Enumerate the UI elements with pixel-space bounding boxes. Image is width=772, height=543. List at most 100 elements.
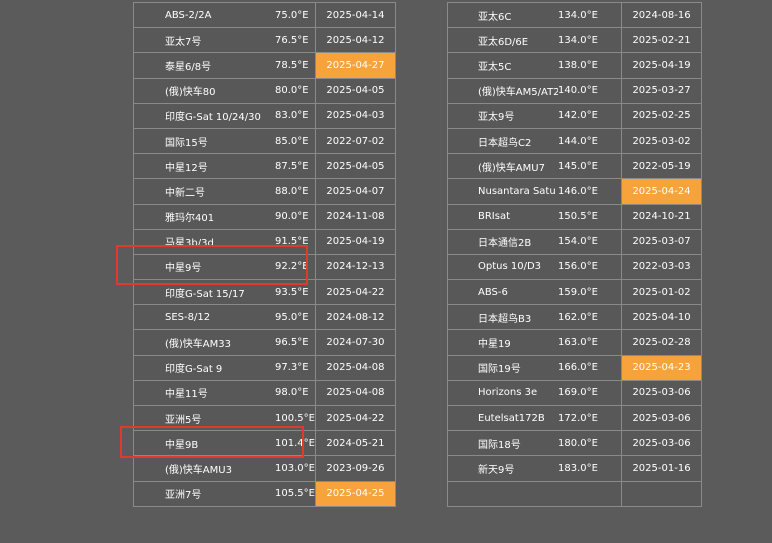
update-date: 2025-04-07 (314, 178, 396, 205)
satellite-name: 日本超鸟C2 (478, 137, 532, 149)
update-date-highlighted: 2025-04-23 (621, 354, 702, 381)
satellite-longitude: 166.0°E (558, 362, 598, 374)
update-date: 2025-04-12 (314, 27, 396, 54)
table-row: 亚太7号 76.5°E 2025-04-12 (133, 27, 396, 54)
update-date: 2025-04-05 (314, 153, 396, 180)
table-row: 国际19号 166.0°E 2025-04-23 (447, 354, 702, 381)
table-row: Optus 10/D3 156.0°E 2022-03-03 (447, 253, 702, 281)
update-date: 2025-04-03 (314, 102, 396, 129)
update-date: 2025-01-16 (621, 455, 702, 482)
update-date: 2025-02-28 (621, 329, 702, 356)
satellite-name: 日本超鸟B3 (478, 313, 532, 325)
update-date-highlighted: 2025-04-27 (314, 52, 396, 79)
satellite-longitude: 138.0°E (558, 59, 598, 71)
satellite-name: 国际18号 (478, 439, 521, 451)
table-row: BRIsat 150.5°E 2024-10-21 (447, 203, 702, 230)
update-date-highlighted: 2025-04-24 (621, 178, 702, 205)
satellite-cell: 泰星6/8号 78.5°E (133, 52, 316, 79)
satellite-longitude: 95.0°E (275, 311, 309, 323)
satellite-name: 亚太6D/6E (478, 36, 529, 48)
satellite-longitude: 87.5°E (275, 160, 309, 172)
satellite-longitude: 100.5°E (275, 412, 315, 424)
satellite-longitude: 83.0°E (275, 110, 309, 122)
table-row: 中星12号 87.5°E 2025-04-05 (133, 153, 396, 180)
satellite-cell: 中星12号 87.5°E (133, 153, 316, 180)
satellite-name: (俄)快车80 (165, 87, 216, 99)
satellite-cell: 印度G-Sat 10/24/30 83.0°E (133, 102, 316, 129)
satellite-cell: 亚太9号 142.0°E (447, 102, 622, 129)
satellite-name: 中新二号 (165, 187, 205, 199)
highlight-box-zhongxing-9b (120, 426, 304, 458)
satellite-cell: 亚太6C 134.0°E (447, 1, 622, 29)
satellite-name: Optus 10/D3 (478, 261, 542, 273)
update-date-highlighted: 2025-04-25 (314, 480, 396, 507)
update-date: 2025-02-21 (621, 27, 702, 54)
satellite-longitude: 144.0°E (558, 135, 598, 147)
satellite-name: Horizons 3e (478, 387, 538, 399)
table-row: 中星11号 98.0°E 2025-04-08 (133, 379, 396, 407)
table-row: 中星19 163.0°E 2025-02-28 (447, 329, 702, 356)
table-row: Nusantara Satu 146.0°E 2025-04-24 (447, 178, 702, 205)
satellite-cell: 中星11号 98.0°E (133, 379, 316, 407)
table-row: 新天9号 183.0°E 2025-01-16 (447, 455, 702, 482)
satellite-cell (447, 480, 622, 507)
satellite-name: (俄)快车AMU3 (165, 464, 232, 476)
satellite-name: 亚太9号 (478, 112, 515, 124)
update-date: 2025-04-05 (314, 77, 396, 104)
satellite-cell: 日本超鸟C2 144.0°E (447, 127, 622, 155)
satellite-longitude: 75.0°E (275, 9, 309, 21)
satellite-cell: 国际19号 166.0°E (447, 354, 622, 381)
satellite-longitude: 162.0°E (558, 311, 598, 323)
update-date: 2025-04-19 (314, 228, 396, 255)
update-date: 2024-05-21 (314, 430, 396, 457)
satellite-name: 亚太6C (478, 11, 512, 23)
table-row: ABS-6 159.0°E 2025-01-02 (447, 279, 702, 306)
table-row: (俄)快车80 80.0°E 2025-04-05 (133, 77, 396, 104)
satellite-name: 国际19号 (478, 364, 521, 376)
update-date: 2022-05-19 (621, 153, 702, 180)
table-row: (俄)快车AM33 96.5°E 2024-07-30 (133, 329, 396, 356)
update-date: 2025-03-06 (621, 430, 702, 457)
satellite-name: BRIsat (478, 211, 511, 223)
satellite-longitude: 134.0°E (558, 9, 598, 21)
table-row: ABS-2/2A 75.0°E 2025-04-14 (133, 1, 396, 29)
satellite-longitude: 159.0°E (558, 286, 598, 298)
table-row: 雅玛尔401 90.0°E 2024-11-08 (133, 203, 396, 230)
update-date: 2023-09-26 (314, 455, 396, 482)
satellite-longitude: 97.3°E (275, 362, 309, 374)
satellite-name: ABS-2/2A (165, 9, 212, 21)
update-date: 2025-01-02 (621, 279, 702, 306)
satellite-longitude: 146.0°E (558, 185, 598, 197)
satellite-longitude: 180.0°E (558, 437, 598, 449)
update-date: 2025-03-27 (621, 77, 702, 104)
satellite-cell: 新天9号 183.0°E (447, 455, 622, 482)
satellite-cell: (俄)快车AM33 96.5°E (133, 329, 316, 356)
satellite-cell: ABS-2/2A 75.0°E (133, 1, 316, 29)
table-row: 亚太9号 142.0°E 2025-02-25 (447, 102, 702, 129)
update-date: 2025-04-22 (314, 404, 396, 432)
table-row: 亚太6C 134.0°E 2024-08-16 (447, 1, 702, 29)
update-date: 2024-12-13 (314, 253, 396, 281)
satellite-longitude: 142.0°E (558, 110, 598, 122)
satellite-name: 亚洲7号 (165, 490, 202, 502)
update-date: 2025-04-22 (314, 279, 396, 306)
satellite-longitude: 93.5°E (275, 286, 309, 298)
satellite-name: 雅玛尔401 (165, 213, 215, 225)
satellite-name: 亚洲5号 (165, 414, 202, 426)
update-date: 2024-08-16 (621, 1, 702, 29)
satellite-name: ABS-6 (478, 286, 508, 298)
update-date: 2024-08-12 (314, 304, 396, 331)
satellite-name: Eutelsat172B (478, 412, 545, 424)
satellite-cell: 印度G-Sat 9 97.3°E (133, 354, 316, 381)
table-row: Eutelsat172B 172.0°E 2025-03-06 (447, 404, 702, 432)
table-row: 国际18号 180.0°E 2025-03-06 (447, 430, 702, 457)
satellite-cell: 中新二号 88.0°E (133, 178, 316, 205)
satellite-cell: Optus 10/D3 156.0°E (447, 253, 622, 281)
update-date: 2022-03-03 (621, 253, 702, 281)
table-row: (俄)快车AMU3 103.0°E 2023-09-26 (133, 455, 396, 482)
update-date: 2025-04-10 (621, 304, 702, 331)
satellite-cell: SES-8/12 95.0°E (133, 304, 316, 331)
update-date: 2022-07-02 (314, 127, 396, 155)
satellite-longitude: 140.0°E (558, 85, 598, 97)
satellite-longitude: 80.0°E (275, 85, 309, 97)
